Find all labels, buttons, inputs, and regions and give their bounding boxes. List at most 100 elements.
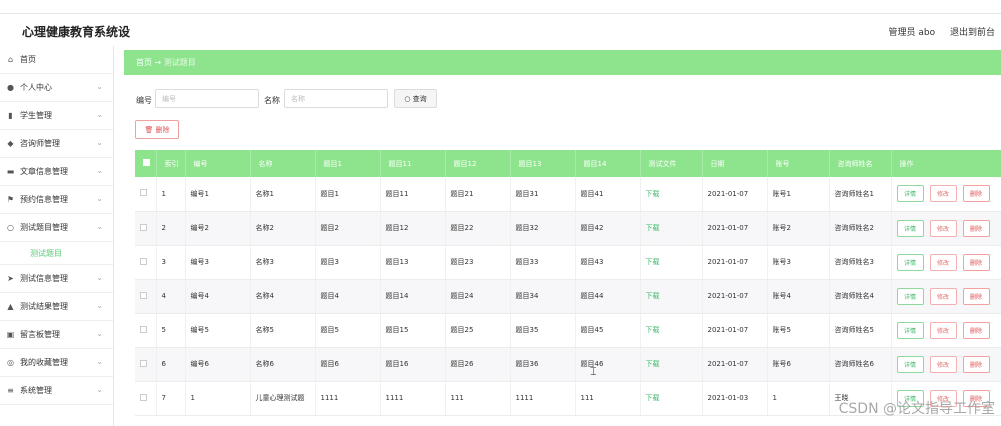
sidebar-item-a4[interactable]: ≡ 系统管理 ⌄ — [0, 377, 113, 405]
delete-button[interactable]: 删除 — [962, 253, 990, 271]
table-cell: 题目13 — [380, 245, 446, 280]
table-cell: 编号6 — [185, 347, 251, 382]
delete-button[interactable]: 删除 — [962, 185, 990, 203]
table-cell: 名称5 — [250, 313, 316, 348]
download-link[interactable]: 下载 — [640, 313, 703, 348]
detail-button[interactable]: 详情 — [896, 253, 924, 271]
sidebar-item-4[interactable]: ▬ 文章信息管理 ⌄ — [0, 158, 113, 186]
delete-button[interactable]: 删除 — [962, 321, 990, 339]
exit-to-frontend-link[interactable]: 退出到前台 — [950, 28, 995, 38]
table-cell: 题目11 — [380, 177, 446, 212]
download-link[interactable]: 下载 — [640, 279, 703, 314]
search-button[interactable]: ○ 查询 — [394, 89, 437, 108]
delete-button[interactable]: 删除 — [962, 219, 990, 237]
row-checkbox[interactable] — [135, 313, 157, 348]
breadcrumb-home[interactable]: 首页 — [136, 58, 152, 67]
download-link[interactable]: 下载 — [640, 347, 703, 382]
id-label: 编号 — [136, 96, 152, 105]
row-checkbox[interactable] — [135, 177, 157, 212]
column-header: 题目11 — [380, 150, 446, 177]
table-cell: 题目21 — [445, 177, 511, 212]
row-actions: 详情 修改 删除 — [891, 245, 1001, 280]
sidebar-item-a0[interactable]: ➤ 测试信息管理 ⌄ — [0, 265, 113, 293]
table-cell: 5 — [156, 313, 186, 348]
name-search-input[interactable] — [284, 89, 388, 108]
edit-button[interactable]: 修改 — [929, 321, 957, 339]
row-checkbox[interactable] — [135, 347, 157, 382]
row-checkbox[interactable] — [135, 245, 157, 280]
table-cell: 111 — [575, 381, 641, 416]
batch-delete-button[interactable]: 🗑 删除 — [135, 120, 179, 139]
table-cell: 题目42 — [575, 211, 641, 246]
detail-button[interactable]: 详情 — [896, 287, 924, 305]
sidebar-subitem-test-questions[interactable]: 测试题目 — [0, 242, 113, 265]
download-link[interactable]: 下载 — [640, 211, 703, 246]
sidebar-item-label: 测试结果管理 — [20, 302, 68, 311]
sidebar-item-a2[interactable]: ▣ 留言板管理 ⌄ — [0, 321, 113, 349]
sidebar-item-1[interactable]: ● 个人中心 ⌄ — [0, 74, 113, 102]
column-header: 题目13 — [510, 150, 576, 177]
sidebar-item-label: 预约信息管理 — [20, 195, 68, 204]
table-cell: 题目24 — [445, 279, 511, 314]
table-cell: 编号5 — [185, 313, 251, 348]
detail-button[interactable]: 详情 — [896, 219, 924, 237]
sidebar-item-label: 学生管理 — [20, 111, 52, 120]
id-search-input[interactable] — [155, 89, 259, 108]
table-cell: 儿童心理测试题 — [250, 381, 316, 416]
edit-button[interactable]: 修改 — [929, 253, 957, 271]
send-icon: ➤ — [7, 274, 14, 283]
select-all-checkbox[interactable] — [135, 150, 157, 177]
column-header: 索引 — [156, 150, 186, 177]
location-icon: ◆ — [7, 139, 14, 148]
column-header: 测试文件 — [640, 150, 703, 177]
download-link[interactable]: 下载 — [640, 177, 703, 212]
table-cell: 题目5 — [315, 313, 381, 348]
breadcrumb-arrow: → — [154, 58, 162, 67]
sidebar-item-6[interactable]: ○ 测试题目管理 ⌄ — [0, 214, 113, 242]
edit-button[interactable]: 修改 — [929, 185, 957, 203]
table-cell: 6 — [156, 347, 186, 382]
chevron-down-icon: ⌄ — [96, 301, 103, 310]
row-actions: 详情 修改 删除 — [891, 313, 1001, 348]
sidebar-item-5[interactable]: ⚑ 预约信息管理 ⌄ — [0, 186, 113, 214]
download-link[interactable]: 下载 — [640, 245, 703, 280]
sidebar-item-a3[interactable]: ◎ 我的收藏管理 ⌄ — [0, 349, 113, 377]
message-icon: ▣ — [6, 330, 15, 339]
sidebar-item-a1[interactable]: ▲ 测试结果管理 ⌄ — [0, 293, 113, 321]
delete-button[interactable]: 删除 — [962, 287, 990, 305]
row-checkbox[interactable] — [135, 381, 157, 416]
table-cell: 账号4 — [767, 279, 830, 314]
settings-icon: ≡ — [7, 386, 14, 395]
sidebar-item-0[interactable]: ⌂ 首页 — [0, 46, 113, 74]
app-title: 心理健康教育系统设 — [22, 25, 131, 39]
table-cell: 题目3 — [315, 245, 381, 280]
row-checkbox[interactable] — [135, 279, 157, 314]
table-cell: 账号3 — [767, 245, 830, 280]
detail-button[interactable]: 详情 — [896, 355, 924, 373]
edit-button[interactable]: 修改 — [929, 219, 957, 237]
main-content: 首页 → 测试题目 编号 名称 ○ 查询 🗑 删除 索引编号名称题目1题目11题… — [124, 46, 1001, 426]
sidebar-item-2[interactable]: ▮ 学生管理 ⌄ — [0, 102, 113, 130]
download-link[interactable]: 下载 — [640, 381, 703, 416]
table-cell: 题目22 — [445, 211, 511, 246]
table-cell: 名称2 — [250, 211, 316, 246]
row-checkbox[interactable] — [135, 211, 157, 246]
column-header: 题目1 — [315, 150, 381, 177]
sidebar-item-3[interactable]: ◆ 咨询师管理 ⌄ — [0, 130, 113, 158]
edit-button[interactable]: 修改 — [929, 287, 957, 305]
detail-button[interactable]: 详情 — [896, 321, 924, 339]
table-cell: 2021-01-07 — [702, 245, 768, 280]
chevron-down-icon: ⌄ — [96, 273, 103, 282]
delete-button[interactable]: 删除 — [962, 355, 990, 373]
column-header: 编号 — [185, 150, 251, 177]
mouse-cursor-icon: ⌶ — [590, 365, 597, 378]
sidebar-item-label: 系统管理 — [20, 386, 52, 395]
row-actions: 详情 修改 删除 — [891, 347, 1001, 382]
detail-button[interactable]: 详情 — [896, 185, 924, 203]
chevron-down-icon: ⌄ — [96, 166, 103, 175]
edit-button[interactable]: 修改 — [929, 355, 957, 373]
table-cell: 题目14 — [380, 279, 446, 314]
row-actions: 详情 修改 删除 — [891, 211, 1001, 246]
table-cell: 编号1 — [185, 177, 251, 212]
admin-user-label[interactable]: 管理员 abo — [889, 28, 936, 38]
